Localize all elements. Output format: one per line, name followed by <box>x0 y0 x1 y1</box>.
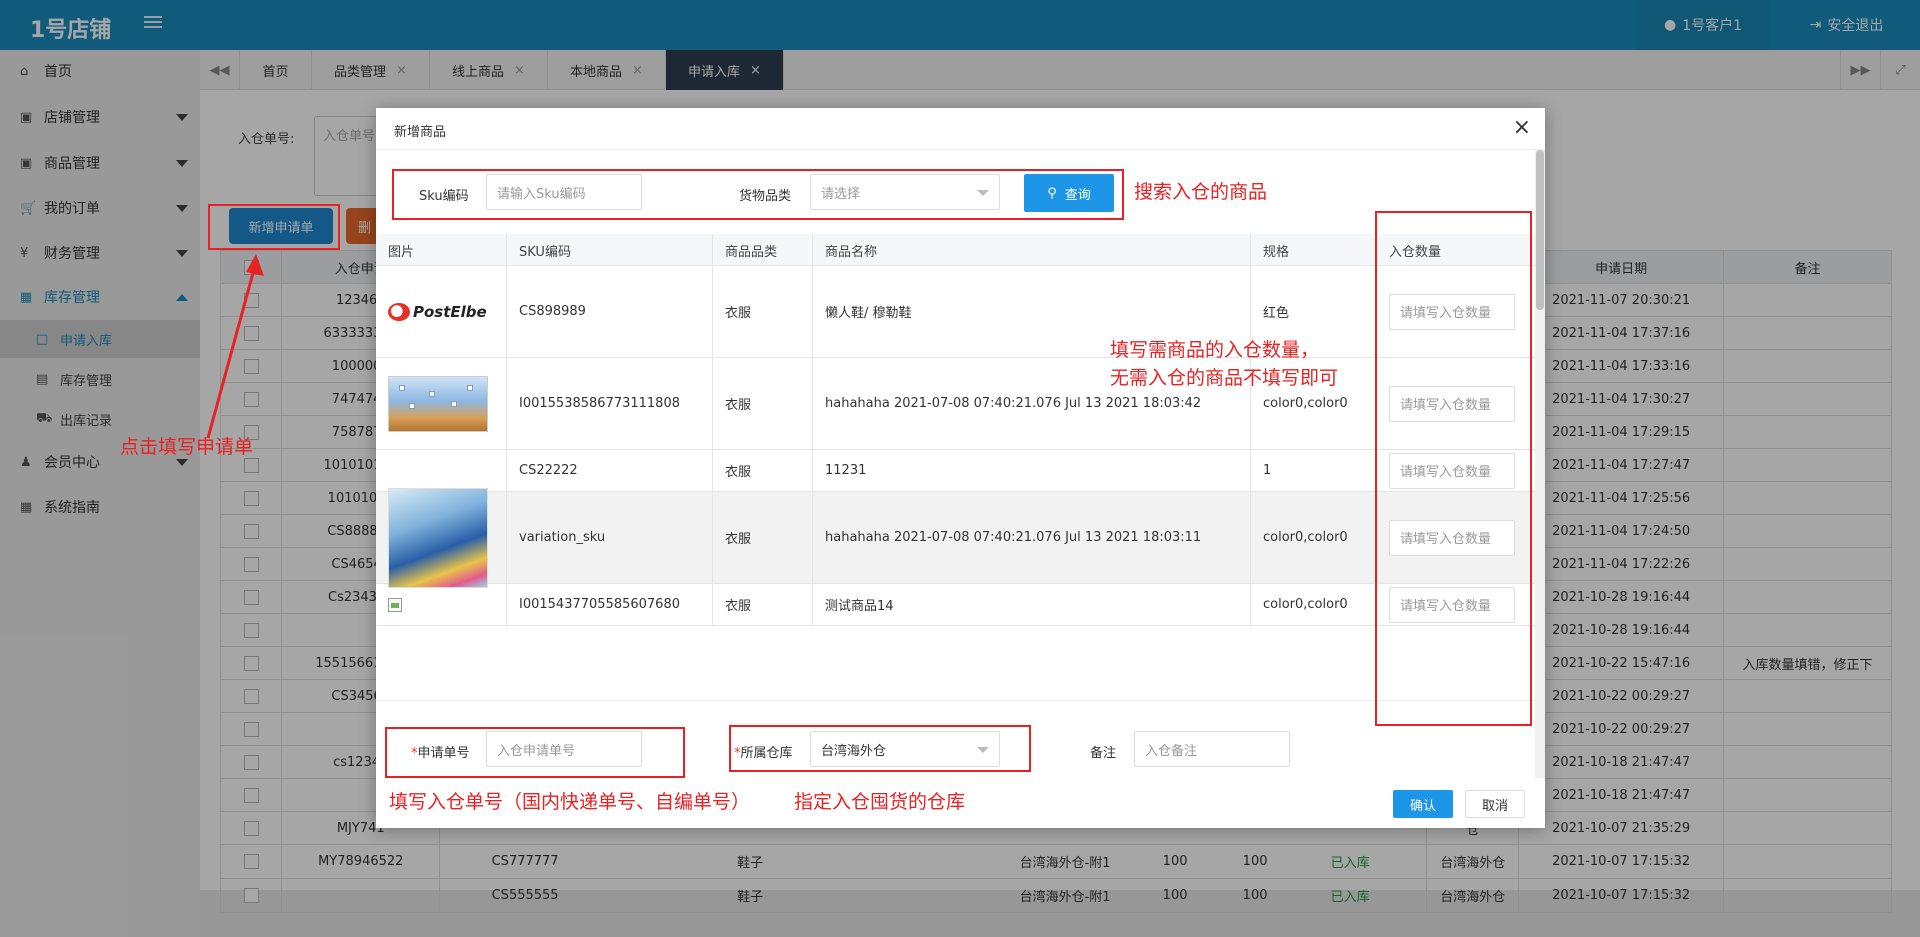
postelbe-logo: PostElbe <box>388 297 488 327</box>
logo-mark <box>388 302 410 321</box>
cell-category: 衣服 <box>713 450 813 491</box>
cell-image: PostElbe <box>376 266 507 357</box>
cell-product-name: hahahaha 2021-07-08 07:40:21.076 Jul 13 … <box>813 492 1251 583</box>
cell-product-name: 11231 <box>813 450 1251 491</box>
close-icon[interactable]: × <box>1513 116 1531 140</box>
annotation-warehouse-text: 指定入仓囤货的仓库 <box>794 791 966 813</box>
annotation-qty-text-1: 填写需商品的入仓数量， <box>1110 339 1320 361</box>
cell-category: 衣服 <box>713 266 813 357</box>
annotation-qty-text-2: 无需入仓的商品不填写即可 <box>1110 367 1339 389</box>
column-header: 商品品类 <box>713 234 813 266</box>
cell-category: 衣服 <box>713 358 813 449</box>
cell-image <box>376 358 507 449</box>
broken-image-icon <box>388 597 402 612</box>
product-image[interactable] <box>388 487 488 588</box>
annotation-new-button-box <box>208 204 340 250</box>
dialog-title: 新增商品 <box>394 125 447 140</box>
cell-sku: CS22222 <box>507 450 713 491</box>
cell-sku: variation_sku <box>507 492 713 583</box>
cell-spec: 1 <box>1251 450 1377 491</box>
cell-category: 衣服 <box>713 584 813 625</box>
note-label: 备注 <box>1090 746 1117 761</box>
annotation-search-text: 搜索入仓的商品 <box>1134 181 1268 203</box>
logo-word: PostElbe <box>413 302 487 321</box>
cell-spec: color0,color0 <box>1251 492 1377 583</box>
annotation-click-text: 点击填写申请单 <box>120 436 254 458</box>
confirm-button[interactable]: 确认 <box>1393 790 1453 818</box>
scrollbar-thumb[interactable] <box>1536 150 1544 310</box>
cell-sku: I0015437705585607680 <box>507 584 713 625</box>
product-row: PostElbe CS898989 衣服 懒人鞋/ 穆勒鞋 红色 请填写入仓数量 <box>376 266 1535 358</box>
cell-sku: I0015538586773111808 <box>507 358 713 449</box>
column-header: 图片 <box>376 234 507 266</box>
cell-image <box>376 584 507 625</box>
dialog-header: 新增商品 × <box>376 108 1545 150</box>
dialog-scrollbar[interactable] <box>1535 150 1545 778</box>
annotation-order-text: 填写入仓单号（国内快递单号、自编单号） <box>389 791 751 813</box>
product-row: I0015437705585607680 衣服 测试商品14 color0,color… <box>376 584 1535 626</box>
annotation-search-box <box>392 169 1124 220</box>
cell-product-name: 测试商品14 <box>813 584 1251 625</box>
column-header: SKU编码 <box>507 234 713 266</box>
cell-spec: color0,color0 <box>1251 584 1377 625</box>
annotation-order-box <box>385 727 685 778</box>
product-image[interactable] <box>388 375 488 432</box>
annotation-warehouse-box <box>729 725 1031 772</box>
product-row: variation_sku 衣服 hahahaha 2021-07-08 07:40… <box>376 487 1535 588</box>
product-row: I0015538586773111808 衣服 hahahaha 2021-07-0… <box>376 358 1535 450</box>
cancel-button[interactable]: 取消 <box>1465 790 1525 818</box>
column-header: 商品名称 <box>813 234 1251 266</box>
product-row: CS22222 衣服 11231 1 请填写入仓数量 <box>376 450 1535 492</box>
column-header: 规格 <box>1251 234 1377 266</box>
cell-sku: CS898989 <box>507 266 713 357</box>
cell-image <box>376 450 507 491</box>
note-input[interactable]: 入仓备注 <box>1134 731 1290 767</box>
product-table-header: 图片 SKU编码 商品品类 商品名称 规格 入仓数量 <box>376 234 1535 266</box>
cell-image <box>376 487 507 588</box>
annotation-qty-box <box>1375 211 1532 726</box>
cell-category: 衣服 <box>713 492 813 583</box>
